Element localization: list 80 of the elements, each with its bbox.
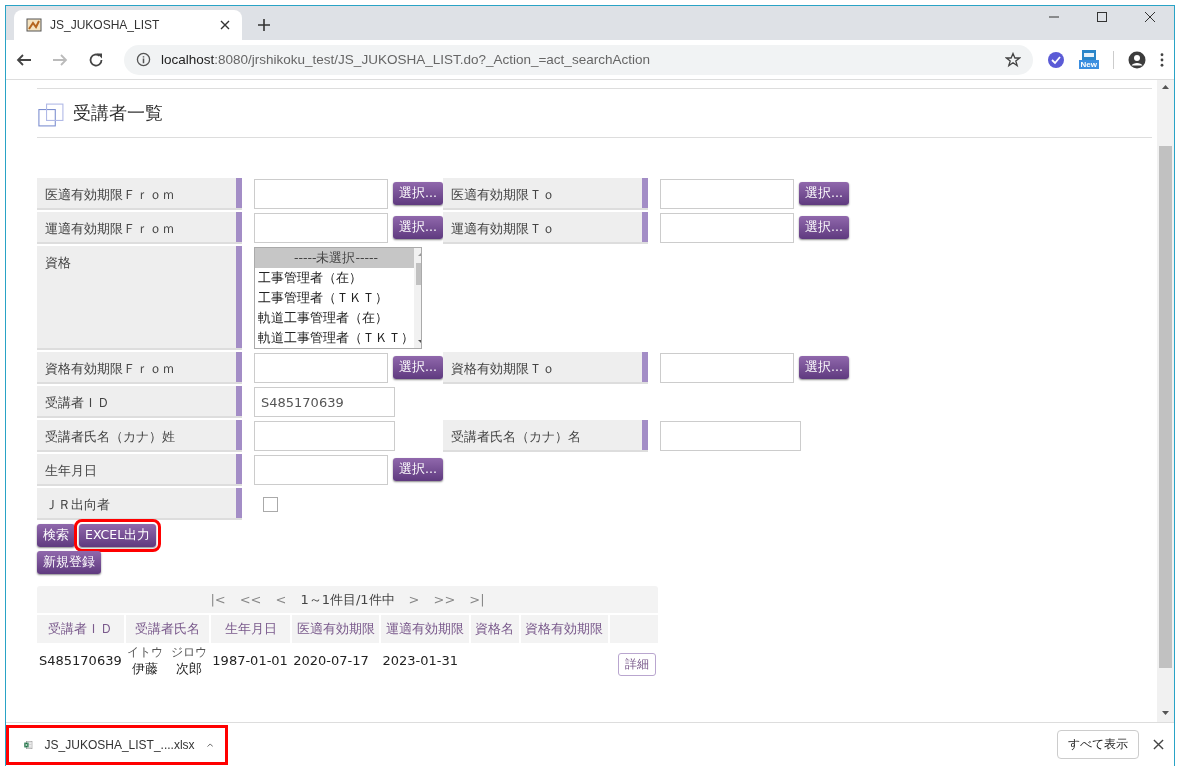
date-field[interactable] bbox=[660, 353, 794, 383]
maximize-icon[interactable] bbox=[1096, 11, 1108, 23]
date-field[interactable] bbox=[254, 455, 388, 485]
field-label: ＪＲ出向者 bbox=[37, 488, 242, 518]
field-label: 運適有効期限Ｆｒｏｍ bbox=[37, 212, 242, 242]
show-all-button[interactable]: すべて表示 bbox=[1057, 730, 1139, 759]
address-bar[interactable]: localhost:8080/jrshikoku_test/JS_JUKOSHA_LIST.do?_Action_=act_searchAction bbox=[124, 44, 1033, 75]
field-label: 医適有効期限Ｔｏ bbox=[443, 178, 648, 208]
table-cell: 2023-01-31 bbox=[380, 643, 470, 682]
field-label: 受講者氏名（カナ）名 bbox=[443, 420, 648, 450]
qualification-listbox[interactable]: -----未選択----- 工事管理者（在） 工事管理者（ＴＫＴ） 軌道工事管理者（在） 軌道工事管理者（ＴＫＴ） bbox=[254, 247, 422, 349]
info-icon[interactable] bbox=[136, 52, 151, 67]
select-button[interactable]: 選択... bbox=[393, 216, 443, 239]
next-block-link[interactable]: >> bbox=[433, 592, 456, 607]
back-icon[interactable] bbox=[16, 51, 32, 68]
list-option[interactable]: -----未選択----- bbox=[255, 248, 414, 268]
next-page-link[interactable]: > bbox=[408, 592, 420, 607]
field-label: 受講者ＩＤ bbox=[37, 386, 242, 416]
field-label: 資格有効期限Ｔｏ bbox=[443, 352, 648, 382]
file-name: JS_JUKOSHA_LIST_....xlsx bbox=[44, 737, 195, 752]
select-button[interactable]: 選択... bbox=[393, 458, 443, 481]
field-label: 生年月日 bbox=[37, 454, 242, 484]
select-button[interactable]: 選択... bbox=[799, 182, 849, 205]
text-field[interactable] bbox=[660, 421, 801, 451]
given-name: 次郎 bbox=[176, 660, 203, 678]
favicon-icon bbox=[26, 17, 42, 33]
star-icon[interactable] bbox=[1004, 51, 1021, 68]
field-label: 医適有効期限Ｆｒｏｍ bbox=[37, 178, 242, 208]
new-badge: New bbox=[1078, 60, 1099, 69]
first-page-link[interactable]: |< bbox=[210, 592, 226, 607]
select-button[interactable]: 選択... bbox=[799, 356, 849, 379]
select-button[interactable]: 選択... bbox=[393, 356, 443, 379]
field-label: 資格 bbox=[37, 246, 242, 348]
text-field[interactable]: S485170639 bbox=[254, 387, 395, 417]
checkbox[interactable] bbox=[263, 497, 278, 512]
url-text: localhost:8080/jrshikoku_test/JS_JUKOSHA_LIST.do?_Action_=act_searchAction bbox=[161, 52, 650, 67]
list-option[interactable]: 軌道工事管理者（ＴＫＴ） bbox=[255, 328, 414, 348]
page-title: 受講者一覧 bbox=[73, 101, 163, 125]
list-option[interactable]: 工事管理者（在） bbox=[255, 268, 414, 288]
date-field[interactable] bbox=[254, 213, 388, 243]
menu-icon[interactable] bbox=[1160, 52, 1164, 67]
date-field[interactable] bbox=[254, 353, 388, 383]
close-icon[interactable] bbox=[1153, 739, 1164, 750]
date-field[interactable] bbox=[660, 179, 794, 209]
new-tab-icon[interactable] bbox=[258, 19, 270, 31]
download-item[interactable]: JS_JUKOSHA_LIST_....xlsx bbox=[6, 724, 228, 765]
profile-icon[interactable] bbox=[1128, 50, 1146, 69]
list-option[interactable]: 軌道工事管理者（在） bbox=[255, 308, 414, 328]
last-page-link[interactable]: >| bbox=[469, 592, 485, 607]
field-label: 運適有効期限Ｔｏ bbox=[443, 212, 648, 242]
previous-page-link[interactable]: < bbox=[275, 592, 287, 607]
chevron-up-icon[interactable] bbox=[206, 740, 213, 749]
detail-button[interactable]: 詳細 bbox=[618, 653, 656, 676]
name-reading: ジロウ bbox=[171, 645, 208, 660]
scrollbar[interactable] bbox=[1157, 80, 1174, 722]
check-badge-icon[interactable] bbox=[1046, 50, 1065, 69]
select-button[interactable]: 選択... bbox=[393, 182, 443, 205]
close-icon[interactable] bbox=[1144, 11, 1156, 23]
reload-icon[interactable] bbox=[88, 51, 104, 68]
date-field[interactable] bbox=[254, 179, 388, 209]
previous-block-link[interactable]: << bbox=[239, 592, 262, 607]
page-status: 1～1件目/1件中 bbox=[300, 590, 395, 609]
table-cell: S485170639 bbox=[37, 643, 126, 682]
close-tab-icon[interactable] bbox=[220, 20, 230, 30]
field-label: 受講者氏名（カナ）姓 bbox=[37, 420, 242, 450]
field-label: 資格有効期限Ｆｒｏｍ bbox=[37, 352, 242, 382]
extension-icon[interactable] bbox=[1079, 50, 1098, 60]
list-option[interactable]: 工事管理者（ＴＫＴ） bbox=[255, 288, 414, 308]
browser-tab[interactable]: JS_JUKOSHA_LIST bbox=[14, 10, 242, 40]
table-cell: 2020-07-17 bbox=[291, 643, 381, 682]
name-reading: イトウ bbox=[127, 645, 164, 660]
select-button[interactable]: 選択... bbox=[799, 216, 849, 239]
table-cell: 1987-01-01 bbox=[210, 643, 292, 682]
family-name: 伊藤 bbox=[132, 660, 159, 678]
action-button[interactable]: 検索 bbox=[37, 524, 75, 547]
action-button[interactable]: 新規登録 bbox=[37, 551, 101, 574]
text-field[interactable] bbox=[254, 421, 395, 451]
tab-title: JS_JUKOSHA_LIST bbox=[50, 18, 161, 32]
date-field[interactable] bbox=[660, 213, 794, 243]
page-title-icon bbox=[37, 103, 67, 127]
